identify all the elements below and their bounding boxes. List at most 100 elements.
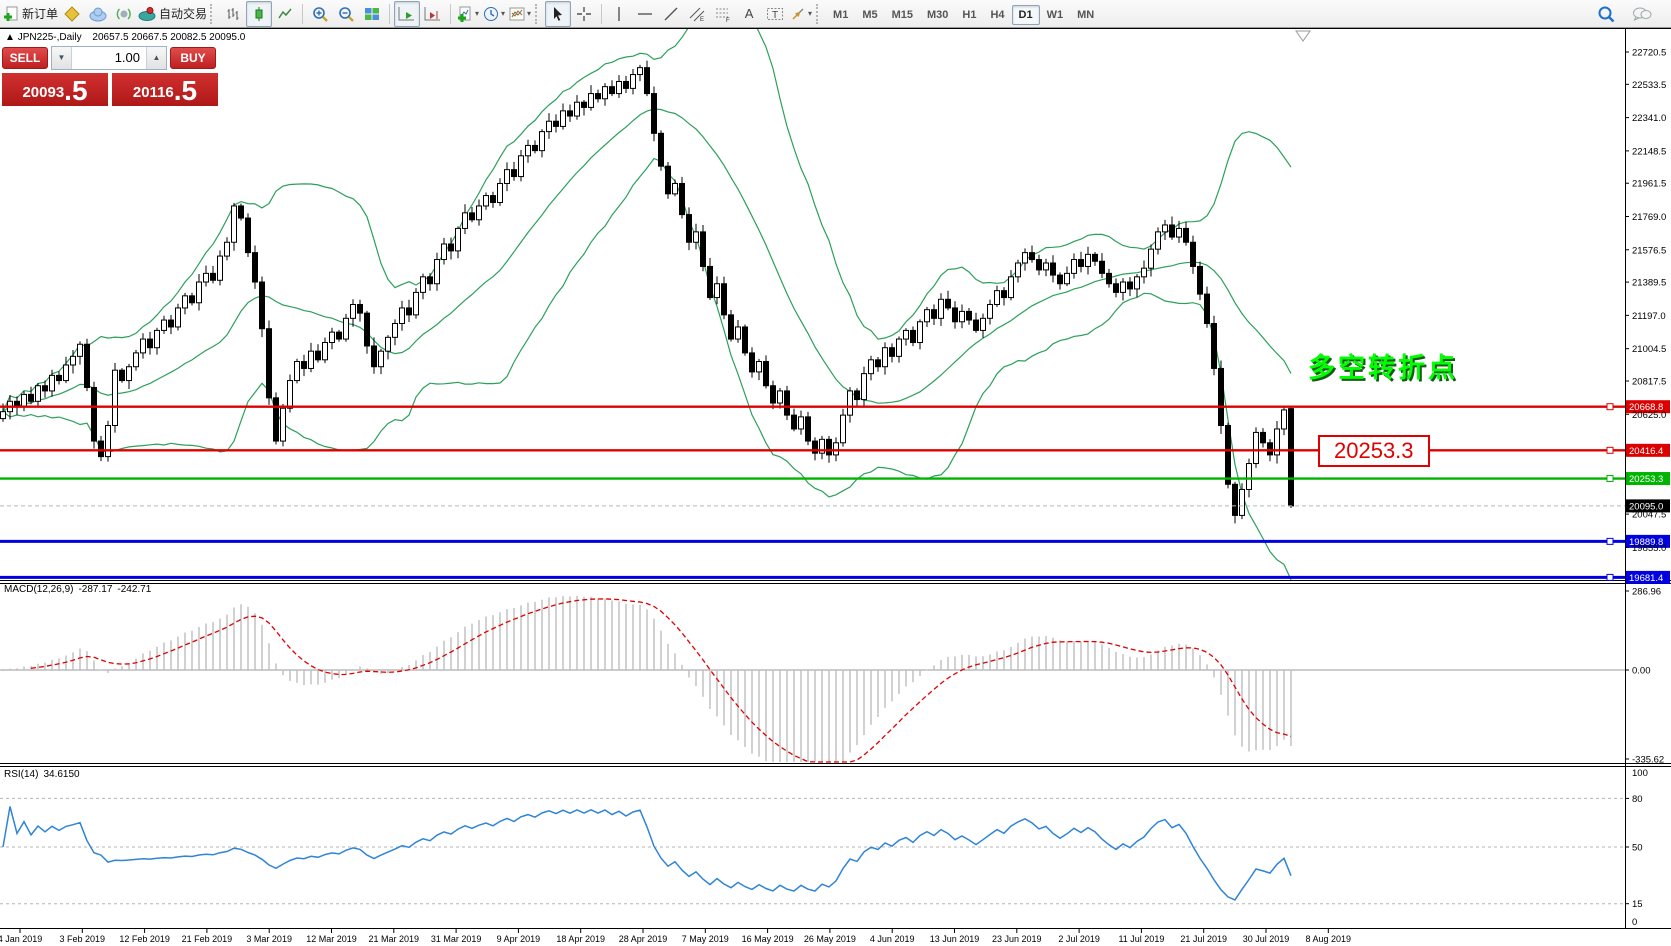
trendline-icon [663, 6, 679, 22]
macd-axis-label: 0.00 [1632, 666, 1651, 677]
new-order-icon [3, 6, 19, 22]
tile-windows-button[interactable] [359, 1, 385, 27]
label-tool-button[interactable]: T [762, 1, 788, 27]
vertical-line-button[interactable] [606, 1, 632, 27]
axis-tick-label: 22720.5 [1632, 47, 1666, 58]
fibonacci-button[interactable]: F [710, 1, 736, 27]
macd-pane-label: MACD(12,26,9)-287.17-242.71 [4, 584, 156, 595]
svg-text:E: E [700, 17, 704, 22]
timeframe-m15[interactable]: M15 [885, 5, 920, 25]
text-tool-button[interactable]: A [736, 1, 762, 27]
timeframe-m30[interactable]: M30 [920, 5, 955, 25]
zoom-in-button[interactable] [307, 1, 333, 27]
buy-price-main: 20116 [133, 80, 174, 106]
chat-button[interactable] [1629, 1, 1655, 27]
cursor-button[interactable] [545, 1, 571, 27]
date-label: 13 Jun 2019 [930, 934, 980, 944]
templates-button[interactable]: ▾ [507, 1, 533, 27]
sell-button[interactable]: SELL [2, 47, 48, 69]
crosshair-icon [576, 6, 592, 22]
vertical-line-icon [611, 6, 627, 22]
bar-chart-icon [225, 6, 241, 22]
zoom-in-icon [312, 6, 328, 22]
metaquotes-button[interactable] [59, 1, 85, 27]
date-label: 9 Apr 2019 [497, 934, 541, 944]
volume-decrease-button[interactable]: ▼ [52, 47, 72, 69]
sell-price-box[interactable]: 20093.5 [2, 73, 108, 106]
chart-ohlc: 20657.5 20667.5 20082.5 20095.0 [92, 32, 245, 43]
crosshair-button[interactable] [571, 1, 597, 27]
search-button[interactable] [1593, 1, 1619, 27]
buy-price-box[interactable]: 20116.5 [112, 73, 218, 106]
rsi-pane-label: RSI(14)34.6150 [4, 769, 85, 780]
chevron-down-icon: ▾ [501, 9, 505, 18]
volume-increase-button[interactable]: ▲ [146, 47, 166, 69]
chat-icon [1632, 6, 1652, 22]
cursor-icon [550, 6, 566, 22]
chart-shift-button[interactable] [420, 1, 446, 27]
timeframe-h4[interactable]: H4 [983, 5, 1011, 25]
auto-trading-icon [138, 6, 156, 22]
auto-trading-button[interactable]: 自动交易 [137, 1, 208, 27]
date-label: 3 Feb 2019 [60, 934, 106, 944]
auto-scroll-button[interactable] [394, 1, 420, 27]
rsi-level-label: 80 [1632, 794, 1643, 805]
candlestick-chart-button[interactable] [246, 1, 272, 27]
main-toolbar: 新订单 自动交易 [0, 0, 1671, 28]
buy-button[interactable]: BUY [170, 47, 216, 69]
svg-text:19681.4: 19681.4 [1629, 573, 1663, 584]
axis-tick-label: 21197.0 [1632, 311, 1666, 322]
buy-price-fraction: .5 [174, 76, 197, 106]
chart-symbol: JPN225-,Daily [18, 32, 82, 43]
timeframe-bar: M1M5M15M30H1H4D1W1MN [826, 5, 1101, 23]
axis-tick-label: 22148.5 [1632, 146, 1666, 157]
date-label: 31 Mar 2019 [431, 934, 482, 944]
volume-input[interactable]: 1.00 [72, 50, 146, 65]
rsi-level-label: 50 [1632, 843, 1643, 854]
bar-chart-button[interactable] [220, 1, 246, 27]
new-order-button[interactable]: 新订单 [2, 1, 59, 27]
sell-price-main: 20093 [22, 80, 64, 106]
gem-icon [64, 6, 80, 22]
date-label: 11 Jul 2019 [1118, 934, 1164, 944]
timeframe-m5[interactable]: M5 [855, 5, 884, 25]
toolbar-gripper[interactable] [210, 4, 216, 24]
chart-window[interactable]: 20668.820416.420253.319889.819681.420095… [0, 28, 1671, 946]
timeframe-mn[interactable]: MN [1070, 5, 1101, 25]
zoom-out-button[interactable] [333, 1, 359, 27]
indicators-icon [457, 6, 473, 22]
chart-shift-icon [424, 6, 442, 22]
axis-tick-label: 21004.5 [1632, 344, 1666, 355]
axis-tick-label: 20047.5 [1632, 510, 1666, 521]
timeframe-d1[interactable]: D1 [1012, 5, 1040, 25]
line-anchor [1607, 574, 1613, 580]
publish-button[interactable] [85, 1, 111, 27]
indicators-button[interactable]: ▾ [455, 1, 481, 27]
timeframe-h1[interactable]: H1 [955, 5, 983, 25]
turning-point-annotation: 多空转折点 [1308, 346, 1458, 385]
toolbar-gripper[interactable] [816, 4, 822, 24]
line-anchor [1607, 404, 1613, 410]
date-label: 28 Apr 2019 [619, 934, 668, 944]
collapse-triangle-icon[interactable]: ▲ [5, 32, 15, 43]
axis-tick-label: 20817.5 [1632, 376, 1666, 387]
timeframe-m1[interactable]: M1 [826, 5, 855, 25]
news-button[interactable] [111, 1, 137, 27]
chart-canvas[interactable]: 20668.820416.420253.319889.819681.420095… [0, 28, 1671, 946]
search-icon [1597, 5, 1615, 23]
svg-text:20253.3: 20253.3 [1629, 474, 1663, 485]
date-label: 21 Feb 2019 [182, 934, 233, 944]
boxed-price-annotation: 20253.3 [1318, 435, 1430, 467]
arrows-tool-button[interactable]: ▾ [788, 1, 814, 27]
date-label: 3 Mar 2019 [246, 934, 292, 944]
periods-button[interactable]: ▾ [481, 1, 507, 27]
line-chart-button[interactable] [272, 1, 298, 27]
trendline-button[interactable] [658, 1, 684, 27]
date-label: 2 Jul 2019 [1058, 934, 1100, 944]
timeframe-w1[interactable]: W1 [1040, 5, 1071, 25]
toolbar-gripper[interactable] [535, 4, 541, 24]
date-label: 30 Jul 2019 [1243, 934, 1290, 944]
channel-button[interactable]: E [684, 1, 710, 27]
date-label: 23 Jun 2019 [992, 934, 1042, 944]
horizontal-line-button[interactable] [632, 1, 658, 27]
